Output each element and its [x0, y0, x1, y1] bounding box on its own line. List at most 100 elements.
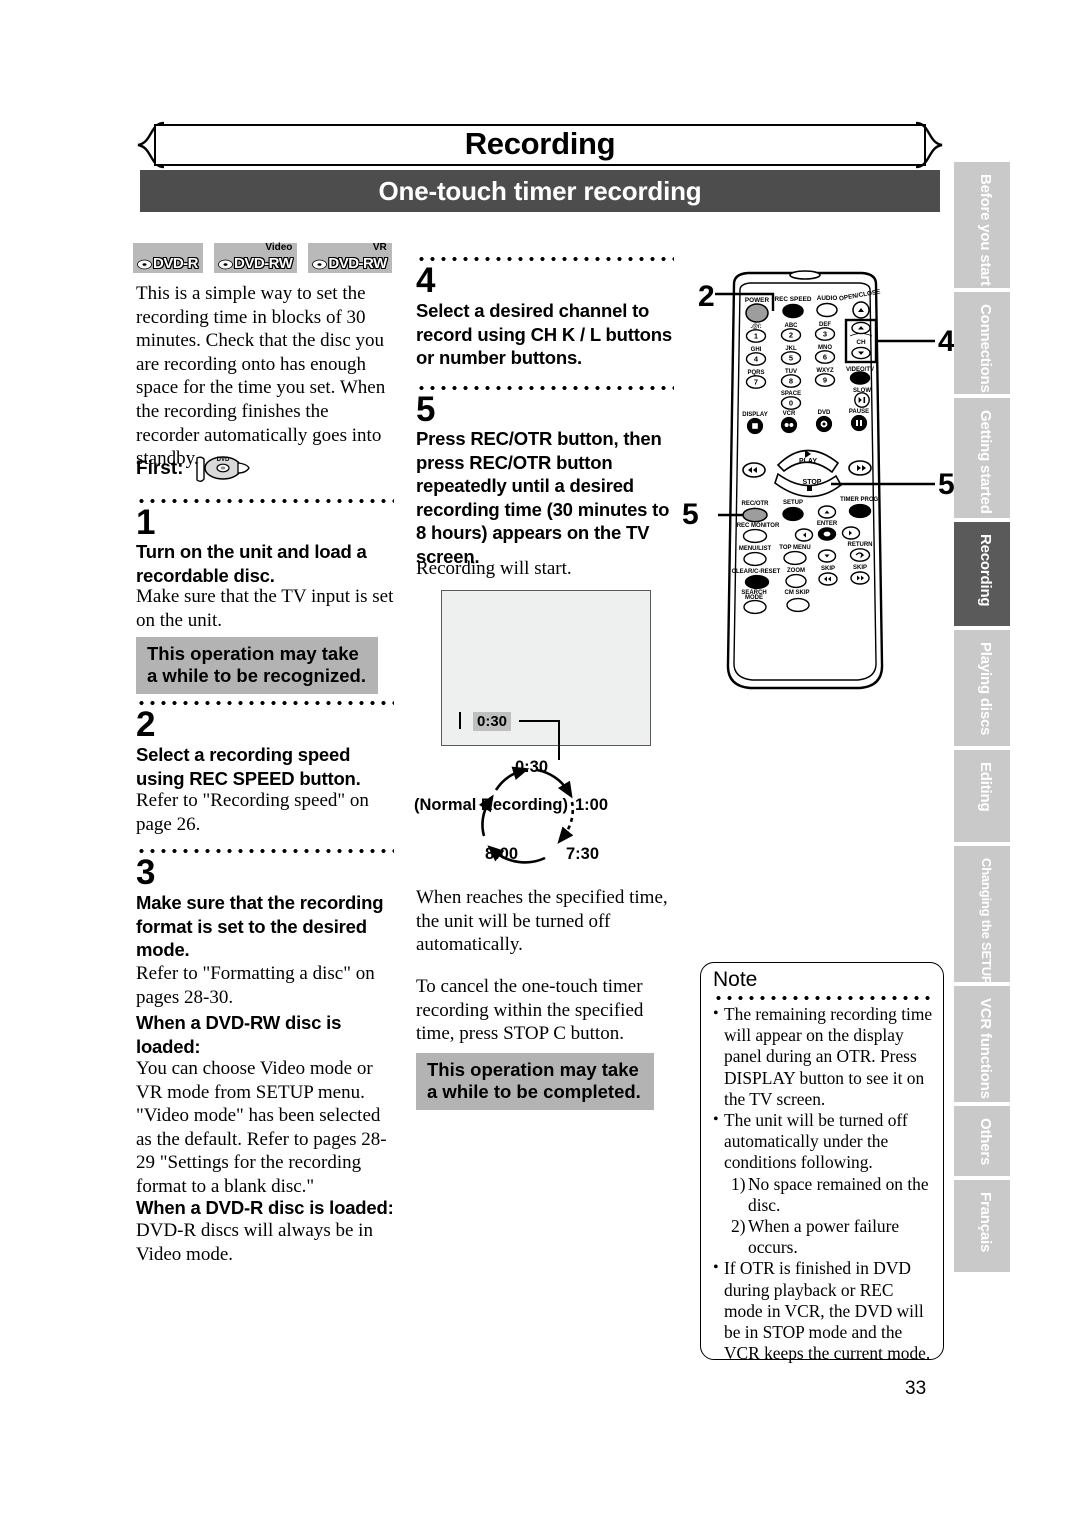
cancel-note: To cancel the one-touch timer recording … — [416, 976, 644, 1045]
note-numbered-text: When a power failure occurs. — [748, 1216, 900, 1258]
svg-text:DISPLAY: DISPLAY — [742, 412, 767, 418]
step-3-sub-1-lead: When a DVD-RW disc is loaded: — [136, 1012, 342, 1057]
note-bullet-text: The unit will be turned off automaticall… — [724, 1110, 908, 1173]
svg-text:3: 3 — [823, 330, 827, 339]
sidebar-item-others[interactable]: Others — [954, 1106, 1010, 1176]
sidebar-item-vcr-functions[interactable]: VCR functions — [954, 986, 1010, 1102]
svg-text:8: 8 — [789, 377, 793, 386]
disc-logo-label: DVD-RW — [234, 255, 293, 272]
svg-text:9: 9 — [823, 376, 827, 385]
sidebar-item-getting-started[interactable]: Getting started — [954, 398, 1010, 518]
brace-right-icon — [915, 121, 943, 169]
step-3-sub-1-body: You can choose Video mode or VR mode fro… — [136, 1058, 387, 1197]
cycle-label-left: (Normal Recording) — [414, 796, 569, 814]
step-5-notice: This operation may take a while to be co… — [416, 1053, 654, 1110]
step-5-body: Recording will start. — [416, 558, 572, 579]
note-divider — [713, 992, 933, 1000]
bullet-icon: • — [713, 1111, 719, 1129]
step-divider — [416, 382, 674, 390]
svg-text:ZOOM: ZOOM — [787, 568, 805, 574]
svg-text:PAUSE: PAUSE — [849, 409, 869, 415]
svg-text:MNO: MNO — [818, 345, 832, 351]
note-title: Note — [713, 968, 758, 991]
sidebar-item-recording[interactable]: Recording — [954, 522, 1010, 626]
note-box: Note • The remaining recording time will … — [700, 962, 944, 1363]
tab-label: Recording — [977, 534, 994, 607]
disc-logo-top-label: VR — [372, 242, 387, 253]
auto-off-note: When reaches the specified time, the uni… — [416, 887, 668, 956]
cycle-label-top: 0:30 — [515, 758, 549, 776]
tv-recording-time: 0:30 — [473, 712, 512, 731]
tab-label: Français — [977, 1192, 994, 1253]
note-bullet: • If OTR is finished in DVD during playba… — [712, 1258, 935, 1364]
svg-text:ENTER: ENTER — [817, 521, 838, 527]
sidebar-item-playing-discs[interactable]: Playing discs — [954, 630, 1010, 746]
svg-text:MENU/LIST: MENU/LIST — [739, 546, 772, 552]
sidebar-item-editing[interactable]: Editing — [954, 750, 1010, 842]
step-divider — [136, 845, 394, 853]
svg-text:DEF: DEF — [819, 322, 831, 328]
svg-text:TIMER PROG.: TIMER PROG. — [840, 497, 880, 503]
step-3-sub-2-body: DVD-R discs will always be in Video mode… — [136, 1220, 373, 1265]
callout-step-5-stop: 5 — [938, 468, 955, 501]
tab-label: Editing — [977, 762, 994, 812]
step-5-lead: Press REC/OTR button, then press REC/OTR… — [416, 428, 670, 567]
svg-text:VCR: VCR — [783, 411, 796, 417]
note-number: 2) — [731, 1216, 746, 1237]
svg-text:REC SPEED: REC SPEED — [775, 296, 812, 303]
svg-text:6: 6 — [823, 353, 827, 362]
sidebar-item-changing-the-setup-menu[interactable]: Changing the SETUP menu — [954, 846, 1010, 1021]
svg-text:AUDIO: AUDIO — [817, 295, 838, 302]
step-divider — [416, 253, 674, 261]
manual-page: Recording One-touch timer recording DVD-… — [0, 0, 1080, 1528]
svg-text:POWER: POWER — [745, 297, 770, 304]
tab-label: Connections — [977, 304, 994, 393]
svg-text:STOP: STOP — [803, 479, 822, 486]
callout-step-5-recotr: 5 — [682, 498, 699, 531]
first-row: First: DVD — [136, 452, 252, 486]
svg-text:REC MONITOR: REC MONITOR — [737, 523, 780, 529]
step-number-1: 1 — [136, 503, 155, 542]
sidebar-item-connections[interactable]: Connections — [954, 292, 1010, 394]
tab-label: VCR functions — [977, 998, 994, 1099]
step-3-sub-2-lead: When a DVD-R disc is loaded: — [136, 1197, 394, 1218]
disc-logo-label: DVD-R — [153, 255, 199, 272]
callout-step-4: 4 — [938, 325, 955, 358]
step-number-2: 2 — [136, 705, 155, 744]
svg-text:DVD: DVD — [216, 457, 229, 463]
svg-text:7: 7 — [754, 378, 758, 387]
chapter-banner: Recording — [137, 121, 943, 169]
step-1-lead: Turn on the unit and load a recordable d… — [136, 541, 367, 586]
disc-icon — [137, 259, 152, 270]
section-tab-rail: Before you start Connections Getting sta… — [954, 162, 1010, 1276]
svg-text:CLEAR/C-RESET: CLEAR/C-RESET — [732, 569, 781, 575]
disc-logo-top-label: Video — [265, 242, 293, 253]
disc-logo-dvd-rw-video: DVD-RW Video — [214, 242, 298, 273]
svg-text:DVD: DVD — [818, 410, 831, 416]
disc-logo-label: DVD-RW — [328, 255, 387, 272]
intro-paragraph: This is a simple way to set the recordin… — [136, 283, 386, 470]
page-number: 33 — [905, 1378, 927, 1399]
note-bullet-text: The remaining recording time will appear… — [724, 1004, 933, 1109]
sidebar-item-francais[interactable]: Français — [954, 1180, 1010, 1272]
bullet-icon: • — [713, 1259, 719, 1277]
step-divider — [136, 495, 394, 503]
note-number: 1) — [731, 1173, 746, 1194]
disc-icon — [218, 259, 233, 270]
cycle-label-bottom-right: 7:30 — [566, 845, 600, 863]
svg-text:CH: CH — [856, 339, 866, 346]
svg-text:TOP MENU: TOP MENU — [779, 545, 810, 551]
note-bullet: • The unit will be turned off automatical… — [712, 1110, 935, 1258]
svg-text:2: 2 — [789, 331, 793, 340]
svg-text:ABC: ABC — [785, 323, 799, 329]
svg-text:RETURN: RETURN — [848, 542, 873, 548]
first-label: First: — [136, 458, 184, 479]
sidebar-item-before-you-start[interactable]: Before you start — [954, 162, 1010, 288]
note-bullet-text: If OTR is finished in DVD during playbac… — [724, 1258, 931, 1364]
tab-label: Playing discs — [977, 642, 994, 736]
remote-control-illustration: POWER REC SPEED AUDIO OPEN/CLOSE .@/: AB… — [726, 270, 884, 690]
chapter-title: Recording — [464, 126, 616, 161]
step-3-body: Refer to "Formatting a disc" on pages 28… — [136, 963, 375, 1008]
note-numbered-text: No space remained on the disc. — [748, 1173, 929, 1215]
step-number-3: 3 — [136, 853, 155, 892]
